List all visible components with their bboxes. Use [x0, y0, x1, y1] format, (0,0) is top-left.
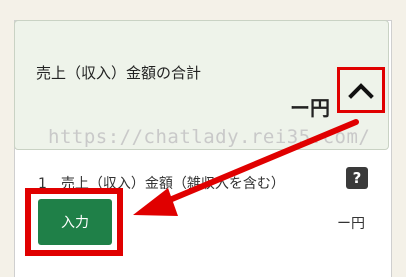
red-arrow: [133, 119, 359, 216]
